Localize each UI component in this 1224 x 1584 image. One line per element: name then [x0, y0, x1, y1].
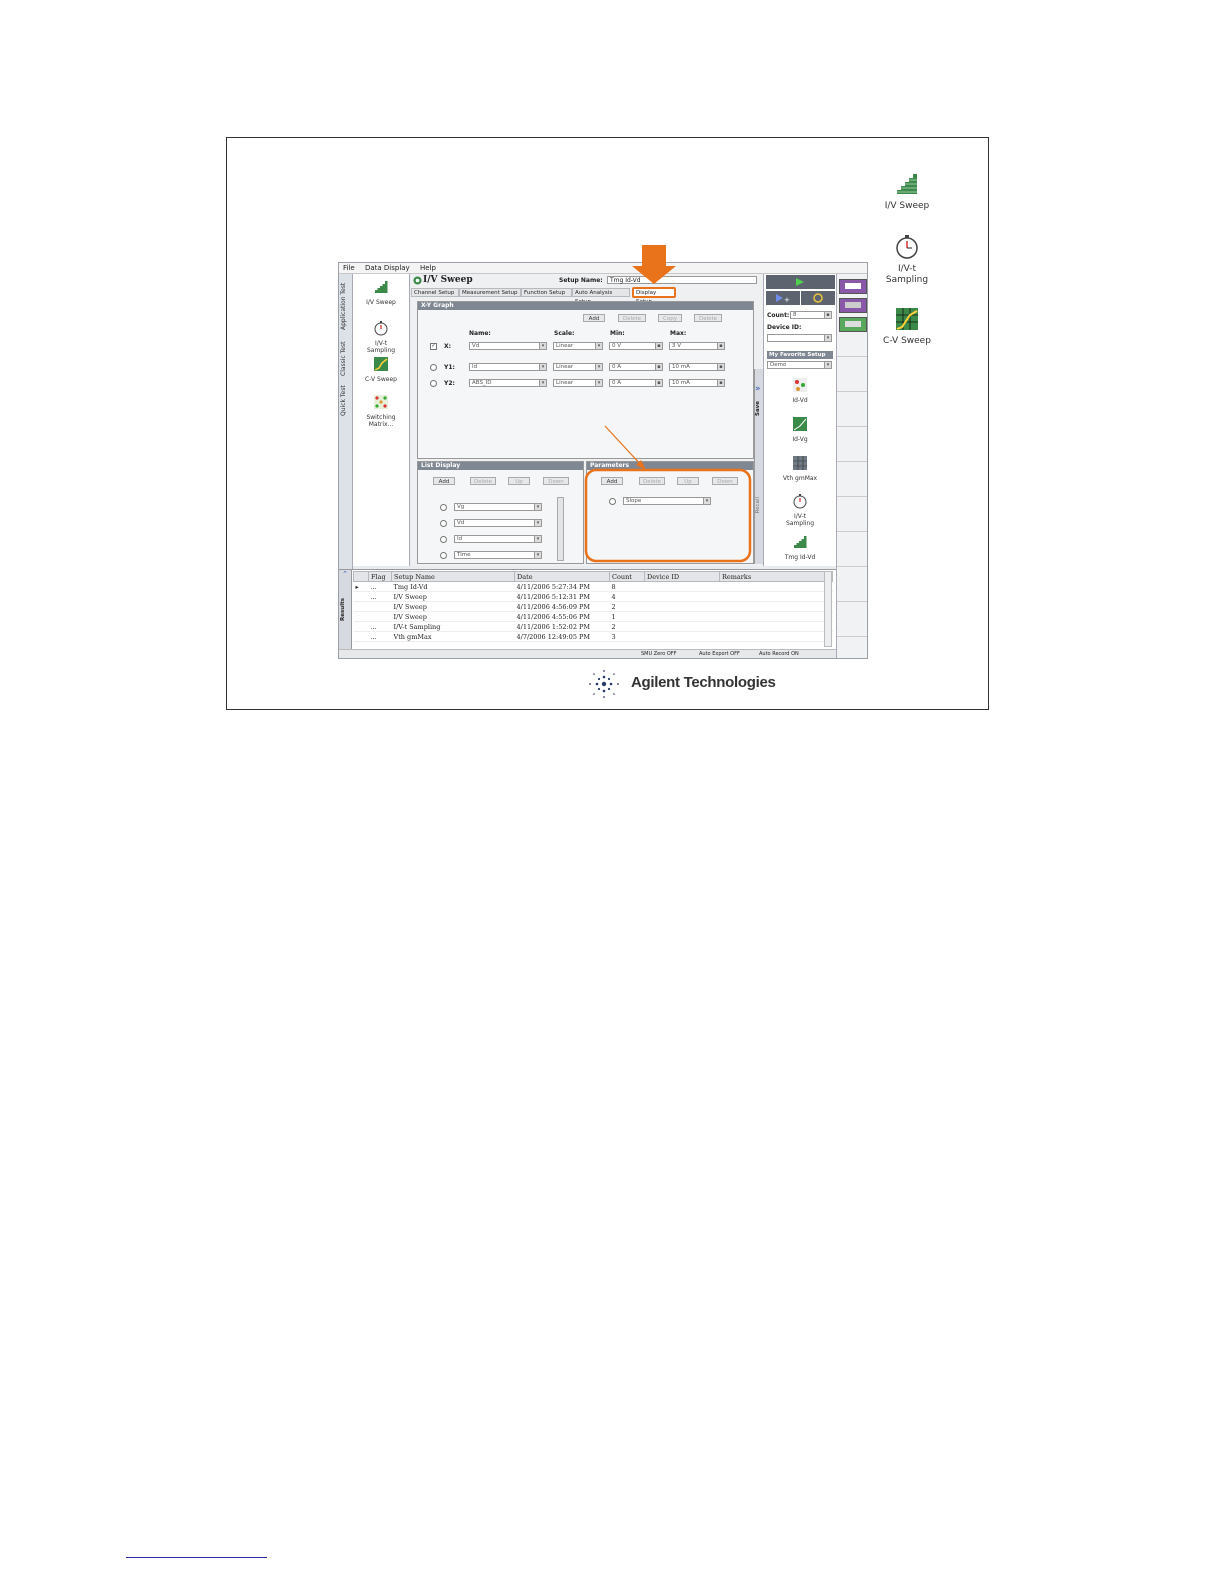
agilent-logo: Agilent Technologies — [586, 668, 786, 700]
footnote-rule — [126, 1557, 267, 1558]
highlight-arrow-icon — [632, 245, 676, 284]
agilent-spark-icon — [589, 670, 619, 698]
parameters-highlight — [584, 468, 752, 563]
pointer-line — [604, 425, 643, 467]
annotation-overlay — [584, 245, 752, 563]
logo-text: Agilent Technologies — [631, 674, 776, 691]
